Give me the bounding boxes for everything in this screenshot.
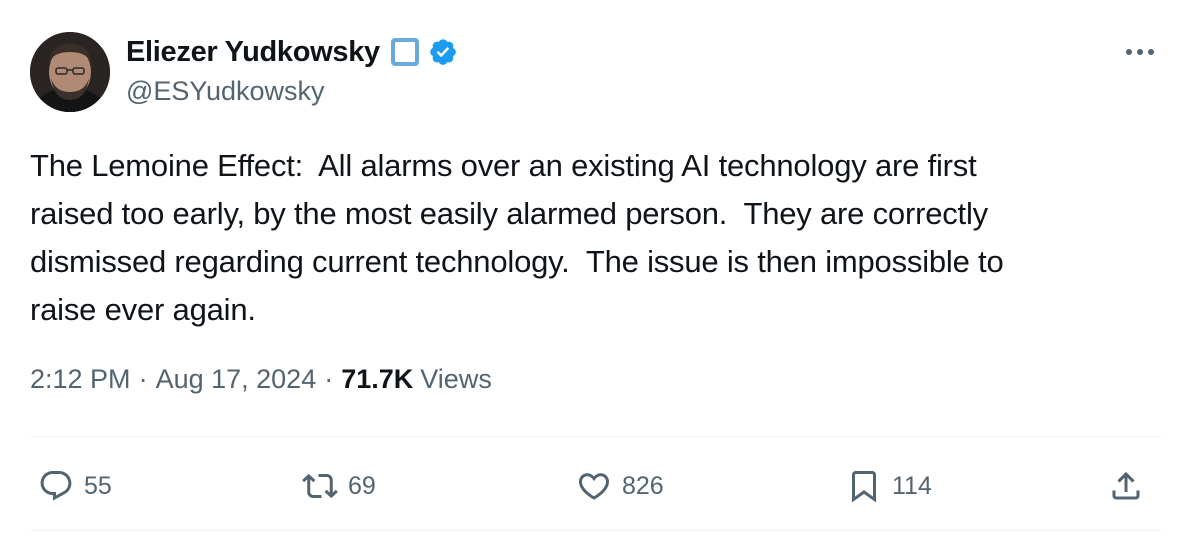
avatar[interactable] xyxy=(30,32,110,112)
tweet-text: The Lemoine Effect: All alarms over an e… xyxy=(30,148,1004,327)
more-dots-icon xyxy=(1126,49,1154,55)
author-display-name[interactable]: Eliezer Yudkowsky xyxy=(126,36,380,69)
tweet-meta: 2:12 PM · Aug 17, 2024 · 71.7K Views xyxy=(30,364,492,395)
author-name-row: Eliezer Yudkowsky xyxy=(126,30,458,74)
meta-separator: · xyxy=(324,364,334,394)
retweet-count: 69 xyxy=(348,471,376,500)
like-button[interactable]: 826 xyxy=(576,462,664,510)
share-button[interactable] xyxy=(1108,462,1144,510)
meta-separator: · xyxy=(138,364,148,394)
reply-count: 55 xyxy=(84,471,112,500)
reply-button[interactable]: 55 xyxy=(38,462,112,510)
author-handle[interactable]: @ESYudkowsky xyxy=(126,76,325,107)
avatar-image xyxy=(30,32,110,112)
more-options-button[interactable] xyxy=(1116,34,1164,70)
bookmark-icon xyxy=(852,471,876,503)
action-bar: 55 69 826 114 xyxy=(0,462,1192,510)
square-emoji-icon xyxy=(390,37,420,67)
share-icon xyxy=(1112,471,1140,500)
divider xyxy=(30,436,1162,437)
divider xyxy=(30,530,1162,531)
tweet-time[interactable]: 2:12 PM xyxy=(30,364,131,395)
views-count[interactable]: 71.7K xyxy=(341,364,413,395)
tweet-card: Eliezer Yudkowsky @ESYudkowsky The Lemoi… xyxy=(0,0,1192,542)
tweet-date[interactable]: Aug 17, 2024 xyxy=(156,364,317,395)
bookmark-button[interactable]: 114 xyxy=(846,462,932,510)
heart-icon xyxy=(578,473,610,500)
reply-icon xyxy=(40,471,72,501)
retweet-button[interactable]: 69 xyxy=(302,462,376,510)
like-count: 826 xyxy=(622,471,664,500)
verified-badge-icon[interactable] xyxy=(428,37,458,67)
bookmark-count: 114 xyxy=(892,471,932,500)
retweet-icon xyxy=(302,473,338,499)
views-label: Views xyxy=(420,364,492,394)
